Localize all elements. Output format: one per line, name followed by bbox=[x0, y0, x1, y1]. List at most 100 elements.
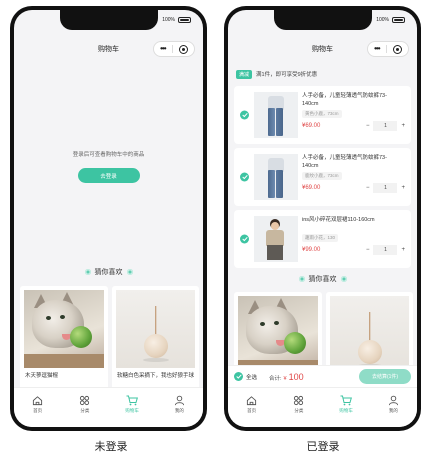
mini-program-capsule[interactable]: ••• bbox=[153, 41, 195, 57]
cart-icon bbox=[126, 394, 139, 406]
status-bar: 100% bbox=[376, 17, 405, 23]
quantity-stepper: − 1 + bbox=[366, 245, 405, 255]
decor-dot-icon bbox=[126, 269, 133, 275]
select-all-label: 全选 bbox=[246, 374, 258, 381]
quantity-field[interactable]: 1 bbox=[373, 121, 398, 131]
product-image-jeans[interactable] bbox=[254, 154, 298, 200]
cart-item[interactable]: 人手必备，儿童轻薄透气防蚊裤73-140cm 黄色小鹿，73cm ¥69.00 … bbox=[234, 86, 411, 144]
caption-not-logged-in: 未登录 bbox=[94, 440, 128, 453]
tab-label: 分类 bbox=[294, 408, 304, 413]
quantity-field[interactable]: 1 bbox=[373, 245, 398, 255]
check-icon bbox=[241, 236, 248, 242]
increment-button[interactable]: + bbox=[401, 247, 405, 253]
quantity-field[interactable]: 1 bbox=[373, 183, 398, 193]
product-price: ¥99.00 bbox=[302, 247, 321, 253]
home-icon bbox=[32, 394, 44, 406]
guess-title: 猜你喜欢 bbox=[308, 276, 337, 283]
more-icon[interactable]: ••• bbox=[374, 45, 380, 53]
recommend-card[interactable]: 木天蓼逗猫棍 bbox=[20, 286, 108, 394]
increment-button[interactable]: + bbox=[401, 123, 405, 129]
notch bbox=[273, 10, 372, 30]
select-all[interactable]: 全选 bbox=[234, 372, 257, 381]
product-title[interactable]: ins风小碎花双层裙110-160cm bbox=[302, 216, 403, 224]
product-image-jeans[interactable] bbox=[254, 92, 298, 138]
item-checkbox[interactable] bbox=[240, 110, 249, 120]
tab-bar: 首页 分类 购物车 我的 bbox=[14, 387, 203, 427]
check-icon bbox=[235, 374, 242, 379]
battery-icon bbox=[178, 17, 191, 23]
product-price: ¥69.00 bbox=[302, 185, 321, 191]
guess-title: 猜你喜欢 bbox=[94, 269, 123, 276]
increment-button[interactable]: + bbox=[401, 185, 405, 191]
sku-selector[interactable]: 趣雨小花，130 bbox=[302, 234, 339, 242]
tab-label: 首页 bbox=[247, 408, 257, 413]
phone-logged-in: 100% 购物车 ••• 满减 满1件，即可享受9折优惠 人手必备，儿童轻薄透气… bbox=[224, 6, 421, 431]
login-button[interactable]: 去登录 bbox=[77, 168, 140, 183]
empty-cart-area bbox=[14, 62, 203, 267]
product-image-cat bbox=[238, 296, 318, 372]
tab-label: 我的 bbox=[388, 408, 398, 413]
close-miniapp-icon[interactable] bbox=[178, 44, 188, 54]
cart-item[interactable]: ins风小碎花双层裙110-160cm 趣雨小花，130 ¥99.00 − 1 … bbox=[234, 210, 411, 268]
more-icon[interactable]: ••• bbox=[160, 45, 166, 53]
total-amount: 100 bbox=[288, 371, 304, 382]
caption-logged-in: 已登录 bbox=[306, 440, 340, 453]
tab-label: 购物车 bbox=[125, 408, 139, 413]
mini-program-capsule[interactable]: ••• bbox=[367, 41, 409, 57]
product-image-kid[interactable] bbox=[254, 216, 298, 262]
total-label: 合计: bbox=[269, 375, 282, 382]
user-icon bbox=[173, 394, 185, 406]
recommend-card[interactable] bbox=[326, 292, 413, 372]
decrement-button[interactable]: − bbox=[366, 123, 370, 129]
tab-mine[interactable]: 我的 bbox=[161, 394, 197, 414]
sku-selector[interactable]: 鹿纹小鹿，73cm bbox=[302, 172, 342, 180]
tab-label: 我的 bbox=[174, 408, 184, 413]
tab-home[interactable]: 首页 bbox=[20, 394, 56, 414]
tab-cart[interactable]: 购物车 bbox=[328, 394, 364, 414]
divider bbox=[171, 45, 173, 53]
promo-text: 满1件，即可享受9折优惠 bbox=[256, 72, 318, 78]
checkout-bar: 全选 合计: ¥ 100 去结算(1件) bbox=[228, 365, 417, 387]
tab-bar: 首页 分类 购物车 我的 bbox=[228, 387, 417, 427]
battery-percent: 100% bbox=[376, 17, 389, 23]
item-checkbox[interactable] bbox=[240, 172, 249, 182]
check-icon bbox=[241, 174, 248, 180]
phone-not-logged-in: 100% 购物车 ••• 登录后可查看购物车中的商品 去登录 猜你喜欢 木天蓼逗… bbox=[10, 6, 207, 431]
item-checkbox[interactable] bbox=[240, 234, 249, 244]
guess-you-like-heading: 猜你喜欢 bbox=[228, 274, 417, 284]
divider bbox=[385, 45, 387, 53]
select-all-checkbox[interactable] bbox=[234, 372, 243, 381]
checkout-button[interactable]: 去结算(1件) bbox=[359, 369, 411, 384]
user-icon bbox=[387, 394, 399, 406]
close-miniapp-icon[interactable] bbox=[392, 44, 402, 54]
home-icon bbox=[246, 394, 258, 406]
product-image-toy bbox=[116, 290, 195, 368]
product-title[interactable]: 人手必备，儿童轻薄透气防蚊裤73-140cm bbox=[302, 92, 403, 108]
tab-label: 分类 bbox=[80, 408, 90, 413]
status-bar: 100% bbox=[162, 17, 191, 23]
product-caption: 软糖白色采摘下，我也好狼手球 bbox=[117, 373, 195, 379]
quantity-stepper: − 1 + bbox=[366, 183, 405, 193]
navbar: 购物车 ••• bbox=[228, 36, 417, 62]
battery-percent: 100% bbox=[162, 17, 175, 23]
product-image-toy bbox=[330, 296, 409, 372]
page-title: 购物车 bbox=[312, 46, 333, 53]
promo-tag: 满减 bbox=[236, 69, 253, 79]
tab-category[interactable]: 分类 bbox=[67, 394, 103, 414]
sku-selector[interactable]: 黄色小鹿，73cm bbox=[302, 110, 342, 118]
recommend-card[interactable]: 软糖白色采摘下，我也好狼手球 bbox=[112, 286, 199, 394]
tab-mine[interactable]: 我的 bbox=[375, 394, 411, 414]
tab-cart[interactable]: 购物车 bbox=[114, 394, 150, 414]
notch bbox=[59, 10, 158, 30]
tab-category[interactable]: 分类 bbox=[281, 394, 317, 414]
screen: 100% 购物车 ••• 登录后可查看购物车中的商品 去登录 猜你喜欢 木天蓼逗… bbox=[14, 10, 203, 427]
decrement-button[interactable]: − bbox=[366, 185, 370, 191]
screen: 100% 购物车 ••• 满减 满1件，即可享受9折优惠 人手必备，儿童轻薄透气… bbox=[228, 10, 417, 427]
decrement-button[interactable]: − bbox=[366, 247, 370, 253]
recommend-card[interactable] bbox=[234, 292, 322, 372]
decor-dot-icon bbox=[340, 276, 347, 282]
cart-item[interactable]: 人手必备，儿童轻薄透气防蚊裤73-140cm 鹿纹小鹿，73cm ¥69.00 … bbox=[234, 148, 411, 206]
product-title[interactable]: 人手必备，儿童轻薄透气防蚊裤73-140cm bbox=[302, 154, 403, 170]
tab-home[interactable]: 首页 bbox=[234, 394, 270, 414]
total-currency: ¥ bbox=[283, 375, 287, 382]
